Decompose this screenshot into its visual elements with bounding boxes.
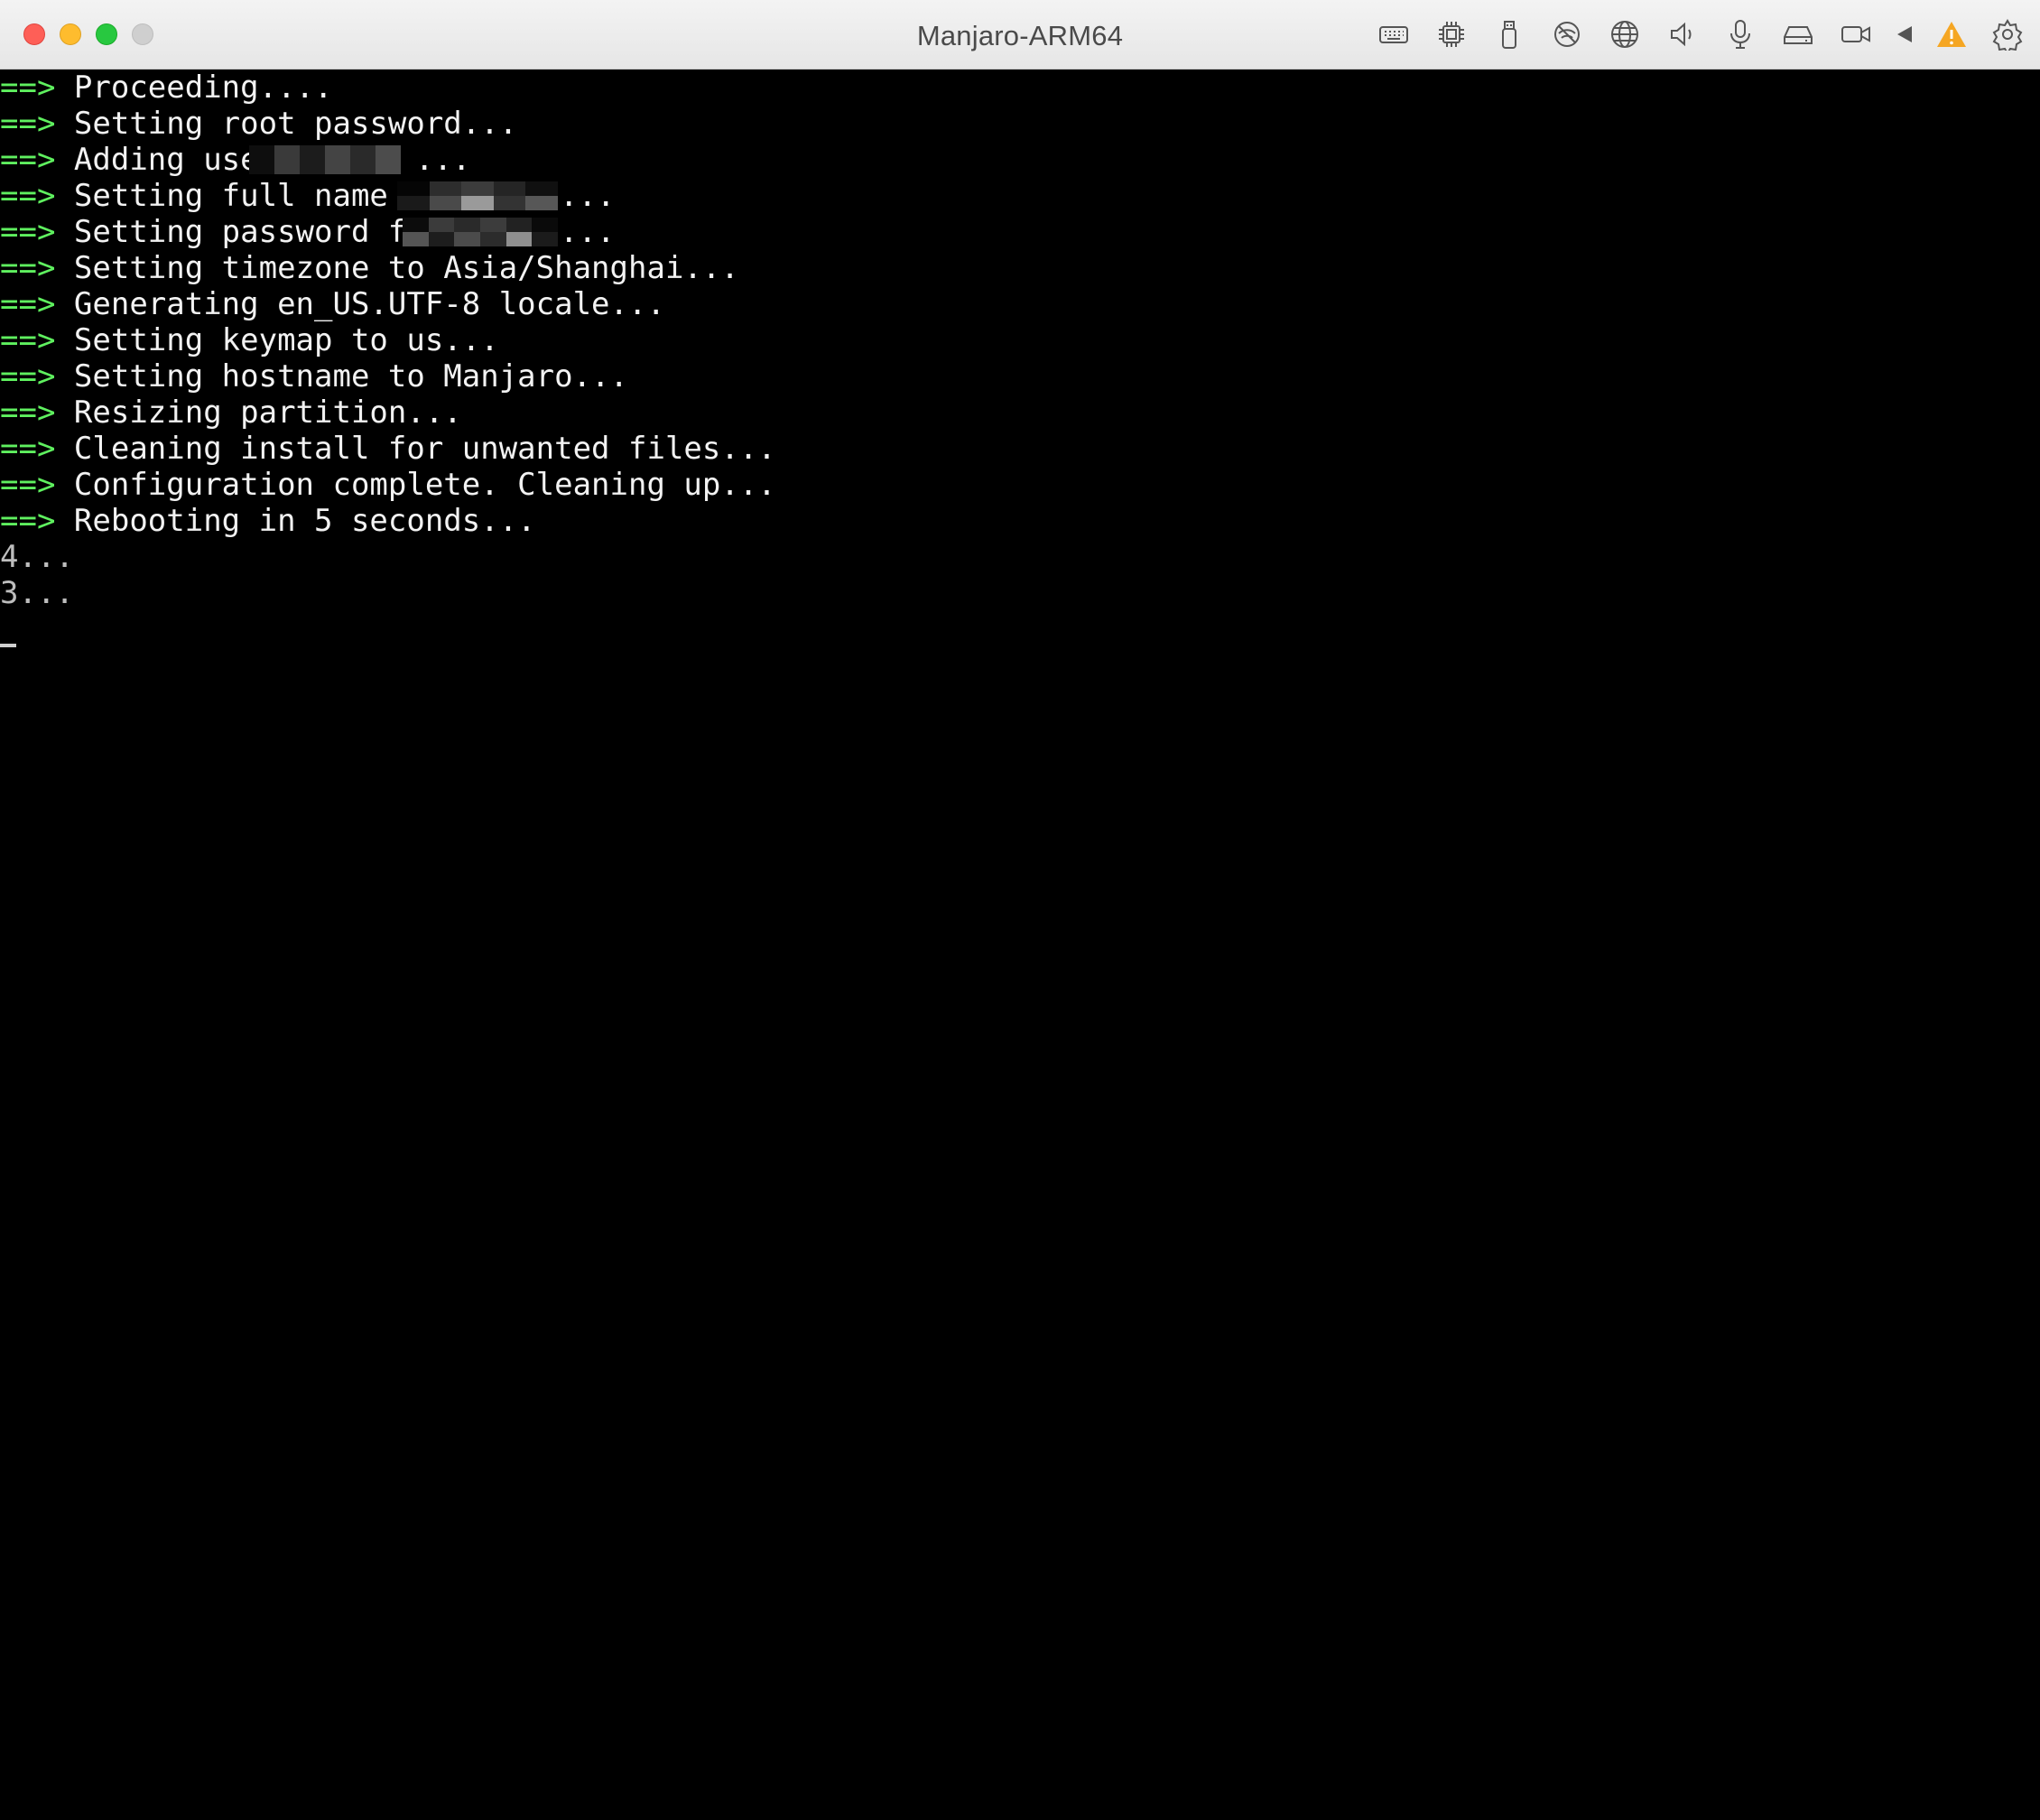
gear-icon[interactable]: [1991, 18, 2024, 51]
console-line: ==> Setting root password...: [0, 106, 517, 142]
line-text: Setting hostname to Manjaro...: [73, 358, 628, 395]
line-text: Setting password for: [73, 214, 444, 250]
line-text: Setting keymap to us...: [73, 322, 499, 358]
prompt-arrow: ==>: [0, 322, 56, 358]
console-line: ==> Adding user: [0, 142, 277, 178]
console-line: ==> Cleaning install for unwanted files.…: [0, 431, 776, 467]
redacted-account: [403, 218, 558, 246]
console-line: ==> Setting full name to: [0, 178, 443, 214]
line-text: Generating en_US.UTF-8 locale...: [73, 286, 665, 322]
back-icon[interactable]: [1888, 18, 1921, 51]
ellipsis: ...: [560, 214, 616, 250]
prompt-arrow: ==>: [0, 358, 56, 395]
globe-icon[interactable]: [1609, 18, 1641, 51]
prompt-arrow: ==>: [0, 142, 56, 178]
console-line: ==> Setting keymap to us...: [0, 322, 499, 358]
redacted-full-name: [397, 181, 558, 210]
console-line: ==> Configuration complete. Cleaning up.…: [0, 467, 776, 503]
line-text: Setting root password...: [73, 106, 518, 142]
console-line: ==> Resizing partition...: [0, 395, 462, 431]
vm-window: Manjaro-ARM64 ==> Proceeding.... ==> Set…: [0, 0, 2040, 1820]
line-text: Setting full name to: [73, 178, 444, 214]
console-line: ==> Setting timezone to Asia/Shanghai...: [0, 250, 739, 286]
prompt-arrow: ==>: [0, 395, 56, 431]
console-line: ==> Rebooting in 5 seconds...: [0, 503, 536, 539]
microphone-icon[interactable]: [1724, 18, 1757, 51]
line-text: Cleaning install for unwanted files...: [73, 431, 776, 467]
terminal-console[interactable]: ==> Proceeding.... ==> Setting root pass…: [0, 70, 2040, 1820]
countdown-line: 3...: [0, 575, 74, 611]
console-line: ==> Setting password for: [0, 214, 443, 250]
network-off-icon[interactable]: [1551, 18, 1583, 51]
usb-icon[interactable]: [1493, 18, 1525, 51]
line-text: Resizing partition...: [73, 395, 462, 431]
line-text: Rebooting in 5 seconds...: [73, 503, 536, 539]
title-bar: Manjaro-ARM64: [0, 0, 2040, 70]
prompt-arrow: ==>: [0, 431, 56, 467]
line-text: Proceeding....: [73, 70, 333, 106]
line-text: Adding user: [73, 142, 278, 178]
prompt-arrow: ==>: [0, 178, 56, 214]
ellipsis: ...: [560, 178, 616, 214]
console-line: ==> Setting hostname to Manjaro...: [0, 358, 628, 395]
console-line: ==> Generating en_US.UTF-8 locale...: [0, 286, 665, 322]
prompt-arrow: ==>: [0, 70, 56, 106]
countdown-line: 4...: [0, 539, 74, 575]
warning-icon[interactable]: [1935, 18, 1968, 51]
line-text: Setting timezone to Asia/Shanghai...: [73, 250, 739, 286]
prompt-arrow: ==>: [0, 467, 56, 503]
prompt-arrow: ==>: [0, 250, 56, 286]
speaker-icon[interactable]: [1666, 18, 1699, 51]
text-cursor: [0, 644, 16, 647]
line-text: Configuration complete. Cleaning up...: [73, 467, 776, 503]
camera-icon[interactable]: [1840, 18, 1872, 51]
ellipsis: ...: [415, 142, 471, 178]
prompt-arrow: ==>: [0, 286, 56, 322]
prompt-arrow: ==>: [0, 106, 56, 142]
keyboard-icon[interactable]: [1377, 18, 1410, 51]
prompt-arrow: ==>: [0, 214, 56, 250]
console-line: ==> Proceeding....: [0, 70, 332, 106]
cpu-icon[interactable]: [1435, 18, 1468, 51]
prompt-arrow: ==>: [0, 503, 56, 539]
disk-icon[interactable]: [1782, 18, 1814, 51]
redacted-username: [249, 145, 401, 174]
